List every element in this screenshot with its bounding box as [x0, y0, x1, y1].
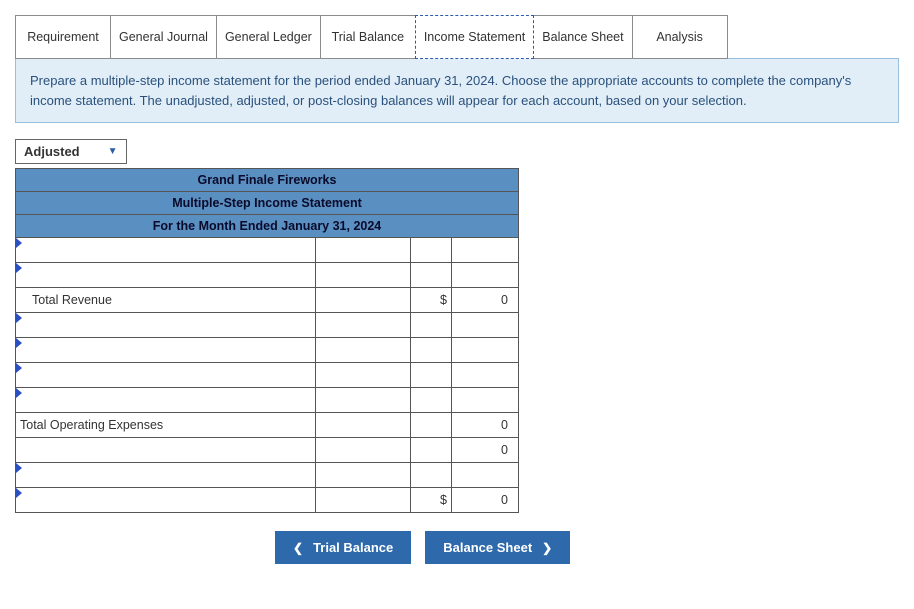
currency-symbol — [411, 388, 452, 413]
stmt-header-title: Multiple-Step Income Statement — [16, 192, 519, 215]
amount-value[interactable] — [452, 238, 519, 263]
account-cell[interactable] — [16, 338, 316, 363]
chevron-down-icon: ▼ — [108, 146, 118, 157]
balance-type-dropdown[interactable]: Adjusted ▼ — [15, 139, 127, 164]
account-cell[interactable] — [16, 313, 316, 338]
tabs-row: Requirement General Journal General Ledg… — [15, 15, 899, 59]
amount-cell[interactable] — [316, 338, 411, 363]
amount-cell[interactable] — [316, 313, 411, 338]
amount-value[interactable] — [452, 463, 519, 488]
currency-symbol — [411, 438, 452, 463]
amount-cell[interactable] — [316, 263, 411, 288]
account-cell[interactable] — [16, 488, 316, 513]
amount-cell[interactable] — [316, 238, 411, 263]
amount-value[interactable] — [452, 313, 519, 338]
chevron-right-icon: ❯ — [542, 541, 552, 555]
tab-analysis[interactable]: Analysis — [632, 15, 728, 59]
triangle-right-icon — [16, 263, 22, 273]
cell-label: Total Revenue — [16, 293, 112, 307]
total-operating-expenses-label: Total Operating Expenses — [16, 413, 316, 438]
amount-cell[interactable] — [316, 288, 411, 313]
currency-symbol — [411, 413, 452, 438]
amount-cell[interactable] — [316, 488, 411, 513]
amount-cell[interactable] — [316, 463, 411, 488]
tab-income-statement[interactable]: Income Statement — [415, 15, 534, 59]
amount-value: 0 — [452, 413, 519, 438]
account-cell[interactable] — [16, 238, 316, 263]
account-cell — [16, 438, 316, 463]
triangle-right-icon — [16, 463, 22, 473]
currency-symbol: $ — [411, 488, 452, 513]
amount-cell[interactable] — [316, 438, 411, 463]
tab-label: Analysis — [656, 30, 703, 45]
tab-trial-balance[interactable]: Trial Balance — [320, 15, 416, 59]
dropdown-value: Adjusted — [24, 144, 80, 159]
tab-label: Balance Sheet — [542, 30, 623, 45]
account-cell[interactable] — [16, 263, 316, 288]
next-label: Balance Sheet — [443, 540, 532, 555]
chevron-left-icon: ❮ — [293, 541, 303, 555]
amount-cell[interactable] — [316, 413, 411, 438]
amount-value[interactable] — [452, 363, 519, 388]
stmt-header-company: Grand Finale Fireworks — [16, 169, 519, 192]
tab-label: Trial Balance — [332, 30, 405, 45]
tab-balance-sheet[interactable]: Balance Sheet — [533, 15, 632, 59]
cell-label: Total Operating Expenses — [16, 418, 163, 432]
tab-requirement[interactable]: Requirement — [15, 15, 111, 59]
instruction-text: Prepare a multiple-step income statement… — [15, 58, 899, 123]
amount-cell[interactable] — [316, 363, 411, 388]
next-button[interactable]: Balance Sheet ❯ — [425, 531, 570, 564]
currency-symbol: $ — [411, 288, 452, 313]
stmt-header-period: For the Month Ended January 31, 2024 — [16, 215, 519, 238]
account-cell[interactable] — [16, 463, 316, 488]
currency-symbol — [411, 238, 452, 263]
income-statement-table: Grand Finale Fireworks Multiple-Step Inc… — [15, 168, 519, 513]
currency-symbol — [411, 338, 452, 363]
nav-buttons: ❮ Trial Balance Balance Sheet ❯ — [275, 531, 899, 564]
currency-symbol — [411, 313, 452, 338]
amount-value[interactable] — [452, 338, 519, 363]
triangle-right-icon — [16, 488, 22, 498]
amount-value: 0 — [452, 438, 519, 463]
amount-value[interactable] — [452, 263, 519, 288]
triangle-right-icon — [16, 388, 22, 398]
tab-label: Requirement — [27, 30, 99, 45]
amount-cell[interactable] — [316, 388, 411, 413]
tab-general-journal[interactable]: General Journal — [110, 15, 217, 59]
tab-general-ledger[interactable]: General Ledger — [216, 15, 321, 59]
amount-value[interactable] — [452, 388, 519, 413]
account-cell[interactable] — [16, 388, 316, 413]
prev-button[interactable]: ❮ Trial Balance — [275, 531, 411, 564]
tab-label: General Journal — [119, 30, 208, 45]
amount-value: 0 — [452, 288, 519, 313]
currency-symbol — [411, 363, 452, 388]
tab-label: Income Statement — [424, 30, 525, 45]
triangle-right-icon — [16, 338, 22, 348]
amount-value: 0 — [452, 488, 519, 513]
prev-label: Trial Balance — [313, 540, 393, 555]
currency-symbol — [411, 263, 452, 288]
account-cell[interactable] — [16, 363, 316, 388]
currency-symbol — [411, 463, 452, 488]
tab-label: General Ledger — [225, 30, 312, 45]
triangle-right-icon — [16, 238, 22, 248]
triangle-right-icon — [16, 363, 22, 373]
total-revenue-label: Total Revenue — [16, 288, 316, 313]
triangle-right-icon — [16, 313, 22, 323]
